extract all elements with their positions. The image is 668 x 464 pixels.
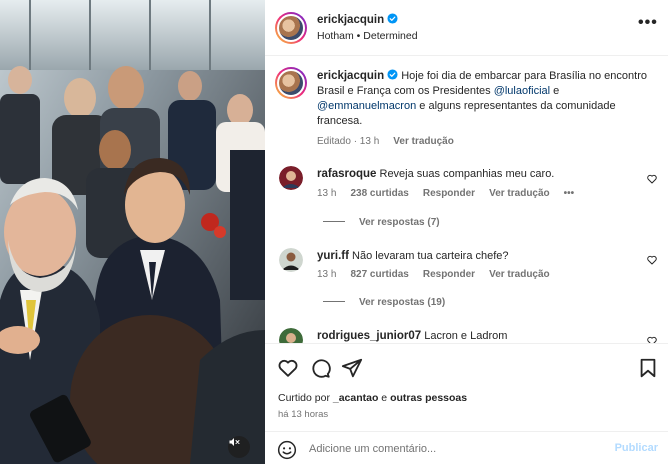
post-media[interactable] <box>0 0 265 464</box>
verified-badge-icon <box>387 13 398 24</box>
more-options-icon: ••• <box>638 14 658 31</box>
muted-speaker-icon <box>229 438 240 446</box>
comment-like-icon[interactable] <box>646 173 658 185</box>
liked-by-prefix: Curtido por <box>278 392 333 404</box>
post-actions: Curtido por _acantao e outras pessoas há… <box>265 343 668 431</box>
avatar-image <box>279 328 303 343</box>
share-icon[interactable] <box>341 357 363 379</box>
comment-body: Não levaram tua carteira chefe? <box>352 250 509 262</box>
comment-likes[interactable]: 827 curtidas <box>350 269 408 280</box>
post-detail-panel: erickjacquin Hotham • Determined ••• eri… <box>265 0 668 464</box>
avatar-image <box>279 166 303 190</box>
emoji-icon[interactable] <box>277 440 297 460</box>
comment-likes[interactable]: 238 curtidas <box>350 188 408 199</box>
more-options-button[interactable]: ••• <box>638 15 657 36</box>
mention-lulaoficial[interactable]: @lulaoficial <box>494 85 550 97</box>
post-photo <box>0 0 265 464</box>
comment-avatar[interactable] <box>279 248 303 272</box>
reply-button[interactable]: Responder <box>423 269 475 280</box>
verified-badge-icon <box>387 69 398 80</box>
author-line: erickjacquin <box>317 13 398 26</box>
view-replies-label: Ver respostas (19) <box>359 297 446 308</box>
caption-text-2: e <box>550 85 560 97</box>
audio-track[interactable]: Hotham • Determined <box>317 30 418 42</box>
view-replies-button[interactable]: Ver respostas (7) <box>323 217 440 228</box>
mention-emmanuelmacron[interactable]: @emmanuelmacron <box>317 100 416 112</box>
caption-meta: Editado · 13 h Ver tradução <box>317 136 468 147</box>
liked-by-suffix: e <box>378 392 391 404</box>
comment-meta: 13 h 238 curtidas Responder Ver tradução ••• <box>317 188 588 199</box>
post-timestamp[interactable]: há 13 horas <box>278 409 328 420</box>
comment-username[interactable]: yuri.ff <box>317 250 349 262</box>
caption-avatar[interactable] <box>275 67 307 99</box>
comment-avatar[interactable] <box>279 328 303 343</box>
translate-link[interactable]: Ver tradução <box>489 269 550 280</box>
caption: erickjacquin Hoje foi dia de embarcar pa… <box>317 69 657 129</box>
comments-list[interactable]: erickjacquin Hoje foi dia de embarcar pa… <box>265 57 668 343</box>
comment: yuri.ff Não levaram tua carteira chefe? <box>317 249 637 264</box>
liked-by-user[interactable]: _acantao <box>333 392 379 404</box>
reply-button[interactable]: Responder <box>423 188 475 199</box>
replies-divider <box>323 221 345 222</box>
mute-button[interactable] <box>228 436 250 458</box>
author-username[interactable]: erickjacquin <box>317 14 384 26</box>
comment-like-icon[interactable] <box>646 335 658 343</box>
caption-edited: Editado · 13 h <box>317 136 380 147</box>
view-replies-label: Ver respostas (7) <box>359 217 440 228</box>
publish-button[interactable]: Publicar <box>615 442 658 454</box>
caption-username[interactable]: erickjacquin <box>317 70 384 82</box>
comment: rodrigues_junior07 Lacron e Ladrom <box>317 329 637 343</box>
comment-body: Reveja suas companhias meu caro. <box>379 168 555 180</box>
caption-translate-link[interactable]: Ver tradução <box>393 136 454 147</box>
author-avatar[interactable] <box>275 12 307 44</box>
add-comment-bar: Publicar <box>265 431 668 464</box>
comment-input[interactable] <box>309 441 609 457</box>
comment-username[interactable]: rafasroque <box>317 168 376 180</box>
heart-icon[interactable] <box>277 357 299 379</box>
avatar-image <box>279 248 303 272</box>
liked-by: Curtido por _acantao e outras pessoas <box>278 392 467 404</box>
post-header: erickjacquin Hotham • Determined ••• <box>265 0 668 56</box>
comment-avatar[interactable] <box>279 166 303 190</box>
view-replies-button[interactable]: Ver respostas (19) <box>323 297 445 308</box>
comment-options-button[interactable]: ••• <box>564 188 575 199</box>
liked-by-others[interactable]: outras pessoas <box>390 392 467 404</box>
comment-icon[interactable] <box>309 357 331 379</box>
comment-username[interactable]: rodrigues_junior07 <box>317 330 421 342</box>
replies-divider <box>323 301 345 302</box>
comment-time: 13 h <box>317 188 337 199</box>
comment-like-icon[interactable] <box>646 254 658 266</box>
comment-time: 13 h <box>317 269 337 280</box>
comment: rafasroque Reveja suas companhias meu ca… <box>317 167 637 182</box>
comment-meta: 13 h 827 curtidas Responder Ver tradução <box>317 269 564 280</box>
bookmark-icon[interactable] <box>637 357 659 379</box>
comment-body: Lacron e Ladrom <box>424 330 508 342</box>
translate-link[interactable]: Ver tradução <box>489 188 550 199</box>
